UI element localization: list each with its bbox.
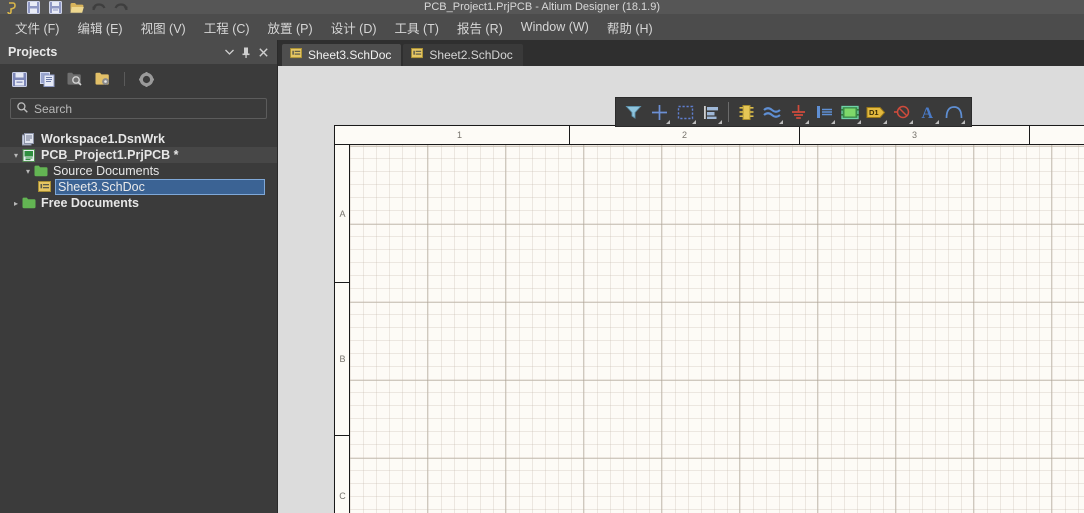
tree-item-project[interactable]: ▾ PCB_Project1.PrjPCB * — [0, 147, 277, 163]
ruler-row-a: A — [335, 145, 350, 283]
ruler-row-b: B — [335, 283, 350, 436]
project-tree: Workspace1.DsnWrk ▾ PCB_Project1.PrjPCB … — [0, 131, 277, 211]
copy-document-icon[interactable] — [38, 70, 56, 88]
quick-access-toolbar — [0, 0, 160, 15]
schematic-grid[interactable] — [350, 145, 1084, 513]
panel-title: Projects — [8, 45, 220, 59]
net-label-icon[interactable]: D1 — [864, 99, 888, 125]
ruler-row-c: C — [335, 436, 350, 513]
tree-item-workspace[interactable]: Workspace1.DsnWrk — [0, 131, 277, 147]
port-icon[interactable] — [812, 99, 836, 125]
text-string-icon[interactable]: A — [916, 99, 940, 125]
ruler-column-1: 1 — [350, 126, 570, 145]
panel-pin-icon[interactable] — [238, 44, 254, 60]
workspace-icon — [22, 133, 39, 146]
schematic-canvas[interactable]: D1 A 1 2 3 — [278, 66, 1084, 513]
schdoc-icon — [38, 181, 55, 193]
svg-text:A: A — [921, 105, 933, 120]
wire-bus-icon[interactable] — [760, 99, 784, 125]
svg-text:D1: D1 — [869, 108, 879, 117]
menu-item-window[interactable]: Window (W) — [512, 17, 598, 37]
pen-tool-icon[interactable] — [2, 1, 20, 15]
ruler-column-3: 3 — [800, 126, 1030, 145]
document-tabstrip: Sheet3.SchDoc Sheet2.SchDoc — [278, 40, 1084, 66]
undo-icon[interactable] — [90, 1, 108, 15]
selection-box-icon[interactable] — [673, 99, 697, 125]
ruler-column-2: 2 — [570, 126, 800, 145]
tree-item-label: Source Documents — [51, 164, 161, 178]
ground-icon[interactable] — [786, 99, 810, 125]
tree-item-label: PCB_Project1.PrjPCB * — [39, 148, 181, 162]
panel-close-icon[interactable] — [255, 44, 271, 60]
tree-item-label: Sheet3.SchDoc — [55, 179, 265, 195]
menu-item-help[interactable]: 帮助 (H) — [598, 15, 662, 40]
arc-icon[interactable] — [942, 99, 966, 125]
projects-panel-header: Projects — [0, 40, 277, 64]
window-titlebar: PCB_Project1.PrjPCB - Altium Designer (1… — [0, 0, 1084, 14]
tab-sheet2[interactable]: Sheet2.SchDoc — [403, 44, 522, 66]
menu-item-project[interactable]: 工程 (C) — [195, 15, 259, 40]
folder-search-icon[interactable] — [66, 70, 84, 88]
crosshair-icon[interactable] — [647, 99, 671, 125]
tab-label: Sheet2.SchDoc — [429, 48, 512, 62]
tree-item-free-documents[interactable]: ▸ Free Documents — [0, 195, 277, 211]
sheet-symbol-icon[interactable] — [838, 99, 862, 125]
redo-icon[interactable] — [112, 1, 130, 15]
editor-area: Sheet3.SchDoc Sheet2.SchDoc — [278, 40, 1084, 513]
tree-arrow-collapsed[interactable]: ▸ — [10, 199, 22, 208]
tree-item-label: Free Documents — [39, 196, 141, 210]
filter-icon[interactable] — [621, 99, 645, 125]
tab-label: Sheet3.SchDoc — [308, 48, 391, 62]
tree-arrow-expanded[interactable]: ▾ — [10, 151, 22, 160]
toolbar-separator — [124, 72, 125, 86]
menu-item-design[interactable]: 设计 (D) — [322, 15, 386, 40]
toolbar-separator — [728, 102, 729, 122]
save-all-icon[interactable] — [46, 1, 64, 15]
folder-icon — [34, 165, 51, 177]
schdoc-icon — [411, 48, 424, 62]
align-icon[interactable] — [699, 99, 723, 125]
projects-panel-toolbar — [0, 64, 277, 94]
panel-dropdown-icon[interactable] — [221, 44, 237, 60]
folder-options-icon[interactable] — [94, 70, 112, 88]
menu-item-file[interactable]: 文件 (F) — [6, 15, 68, 40]
save-icon[interactable] — [24, 1, 42, 15]
menu-item-edit[interactable]: 编辑 (E) — [68, 15, 131, 40]
folder-icon — [22, 197, 39, 209]
tree-item-source-documents[interactable]: ▾ Source Documents — [0, 163, 277, 179]
save-project-icon[interactable] — [10, 70, 28, 88]
project-icon — [22, 149, 39, 162]
tab-sheet3[interactable]: Sheet3.SchDoc — [282, 44, 401, 66]
settings-gear-icon[interactable] — [137, 70, 155, 88]
projects-panel: Projects — [0, 40, 278, 513]
menu-bar: 文件 (F) 编辑 (E) 视图 (V) 工程 (C) 放置 (P) 设计 (D… — [0, 14, 1084, 40]
search-box[interactable] — [10, 98, 267, 119]
menu-item-place[interactable]: 放置 (P) — [259, 15, 322, 40]
tree-item-label: Workspace1.DsnWrk — [39, 132, 167, 146]
menu-item-tools[interactable]: 工具 (T) — [386, 15, 448, 40]
search-input[interactable] — [34, 102, 260, 116]
open-folder-icon[interactable] — [68, 1, 86, 15]
schematic-sheet[interactable]: 1 2 3 A B C https://blog.csdn.net/weixin… — [334, 125, 1084, 513]
window-title: PCB_Project1.PrjPCB - Altium Designer (1… — [424, 1, 660, 13]
tree-arrow-expanded[interactable]: ▾ — [22, 167, 34, 176]
search-icon — [17, 100, 28, 118]
sheet-ruler-left: A B C — [335, 145, 350, 513]
menu-item-view[interactable]: 视图 (V) — [132, 15, 195, 40]
schdoc-icon — [290, 48, 303, 62]
menu-item-reports[interactable]: 报告 (R) — [448, 15, 512, 40]
no-erc-icon[interactable] — [890, 99, 914, 125]
tree-item-sheet3[interactable]: Sheet3.SchDoc — [0, 179, 277, 195]
component-ic-icon[interactable] — [734, 99, 758, 125]
altium-designer-window: PCB_Project1.PrjPCB - Altium Designer (1… — [0, 0, 1084, 513]
sheet-ruler-top: 1 2 3 — [335, 126, 1084, 145]
schematic-drawing-toolbar: D1 A — [615, 97, 972, 127]
